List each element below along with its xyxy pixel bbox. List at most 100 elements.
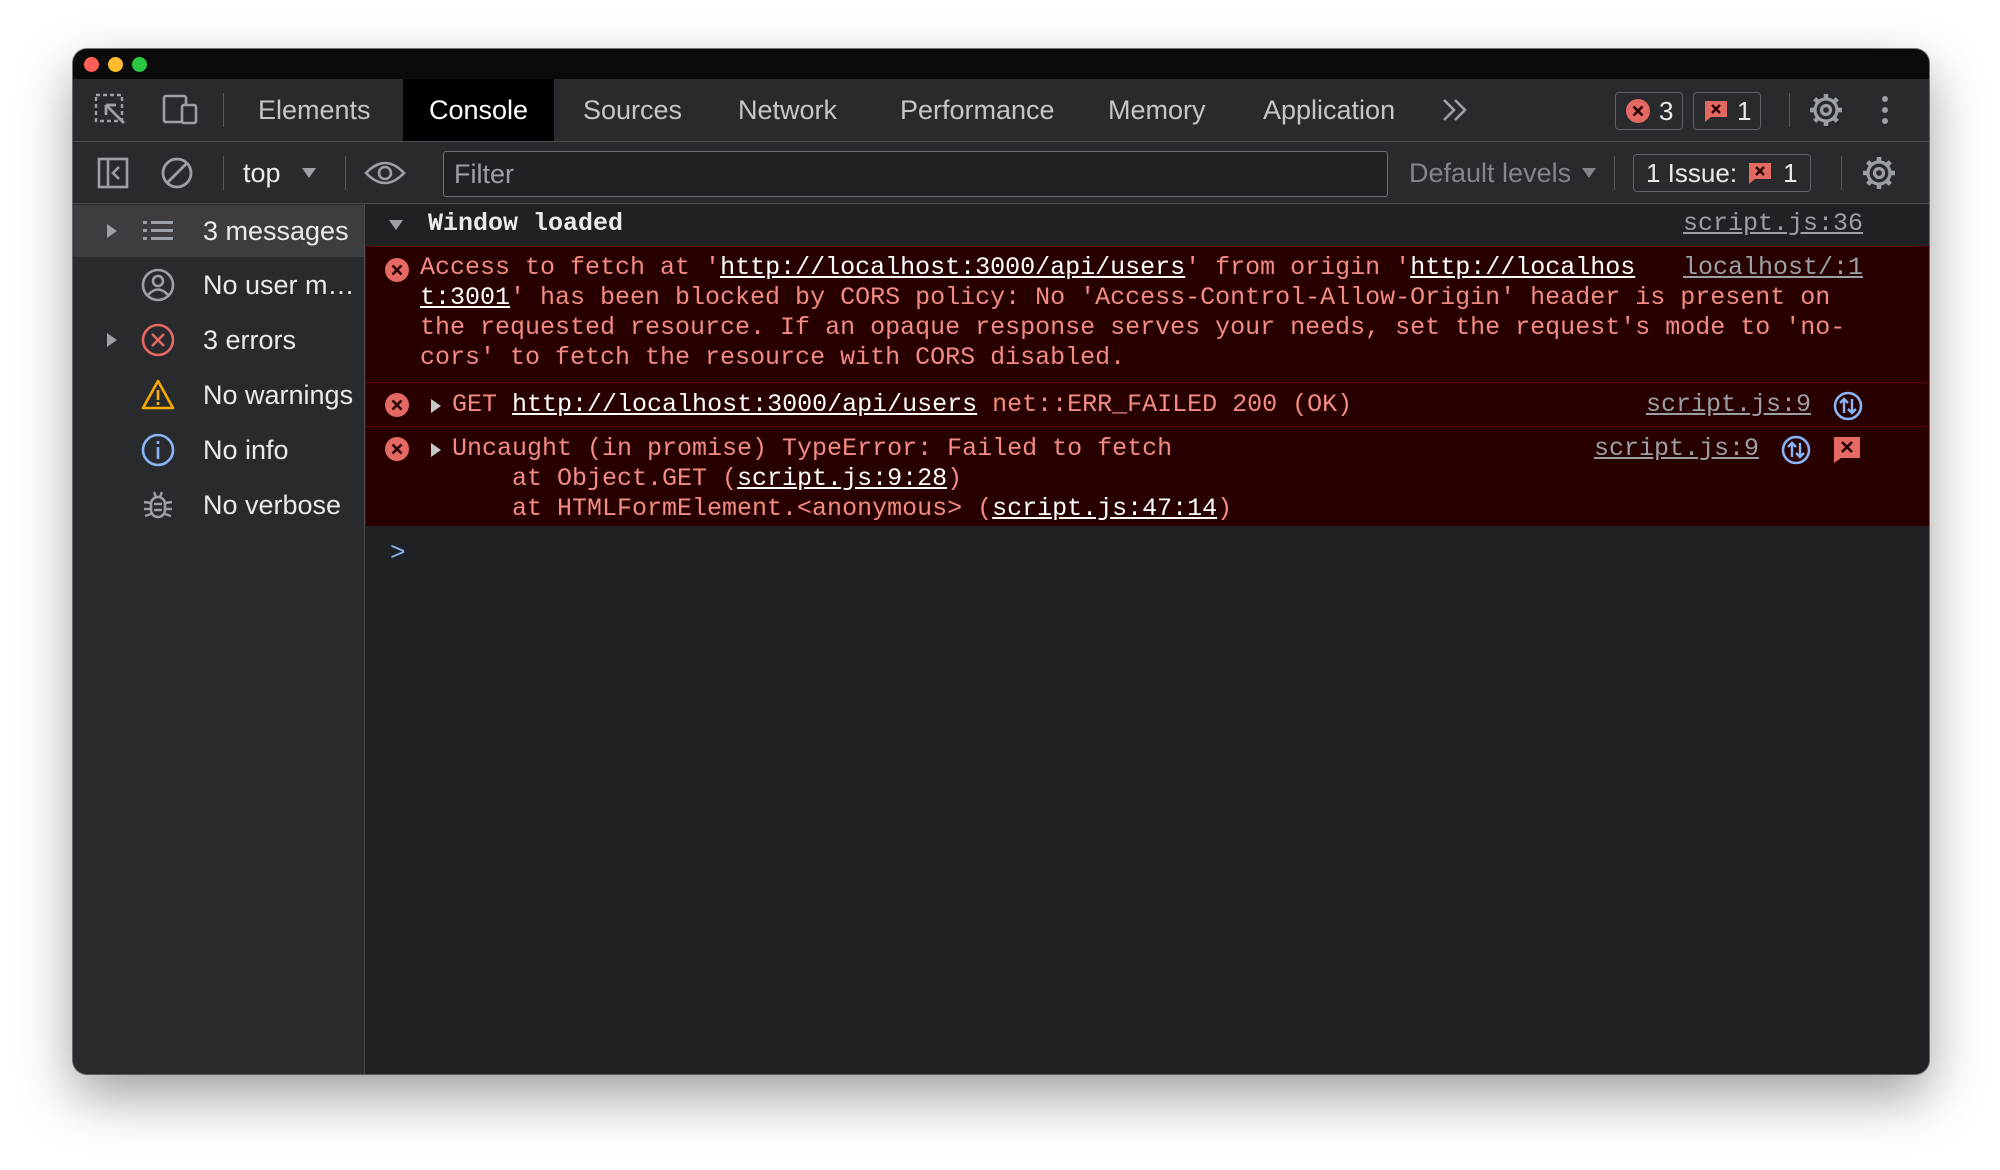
error-icon bbox=[1626, 99, 1650, 123]
filter-input[interactable] bbox=[454, 158, 1377, 190]
zoom-window-button[interactable] bbox=[132, 57, 147, 72]
sidebar-item-errors[interactable]: 3 errors bbox=[73, 314, 364, 366]
stack-frame-text: ) bbox=[947, 464, 963, 493]
tab-memory[interactable]: Memory bbox=[1082, 79, 1232, 141]
console-sidebar: 3 messages No user m… 3 errors No warnin bbox=[73, 204, 365, 1074]
tab-network[interactable]: Network bbox=[712, 79, 863, 141]
device-toolbar-icon[interactable] bbox=[161, 79, 201, 141]
stack-frame-2: at HTMLFormElement.<anonymous> (script.j… bbox=[452, 494, 1232, 524]
source-link[interactable]: localhost/:1 bbox=[1683, 253, 1863, 283]
sidebar-item-info[interactable]: No info bbox=[73, 424, 364, 476]
source-link[interactable]: script.js:9 bbox=[1594, 434, 1759, 464]
expand-arrow-icon[interactable] bbox=[106, 332, 118, 348]
sidebar-item-verbose[interactable]: No verbose bbox=[73, 479, 364, 531]
tab-elements[interactable]: Elements bbox=[232, 79, 397, 141]
tab-application[interactable]: Application bbox=[1237, 79, 1421, 141]
console-error-message: Access to fetch at 'http://localhost:300… bbox=[366, 246, 1929, 382]
bug-icon bbox=[143, 491, 173, 519]
source-link[interactable]: script.js:36 bbox=[1683, 209, 1863, 239]
console-output: Window loaded script.js:36 Access to fet… bbox=[366, 204, 1929, 1074]
stack-frame-link[interactable]: script.js:9:28 bbox=[737, 464, 947, 493]
context-label: top bbox=[243, 157, 281, 188]
issue-flag-icon bbox=[1749, 163, 1772, 184]
prompt-chevron-icon: > bbox=[390, 538, 406, 568]
clear-console-icon[interactable] bbox=[159, 142, 195, 204]
console-toolbar: top Default levels 1 Issue: bbox=[73, 142, 1929, 204]
expand-arrow-icon[interactable] bbox=[430, 442, 442, 458]
sidebar-item-label: 3 messages bbox=[203, 215, 349, 246]
sidebar-item-label: 3 errors bbox=[203, 324, 297, 355]
console-prompt[interactable]: > bbox=[366, 526, 1929, 582]
request-url-link[interactable]: http://localhost:3000/api/users bbox=[512, 390, 977, 419]
tab-performance[interactable]: Performance bbox=[874, 79, 1081, 141]
console-uncaught-error[interactable]: Uncaught (in promise) TypeError: Failed … bbox=[366, 426, 1929, 526]
context-selector[interactable]: top bbox=[243, 142, 317, 204]
live-expression-eye-icon[interactable] bbox=[363, 142, 407, 204]
more-tabs-chevron-icon[interactable] bbox=[1437, 79, 1473, 141]
console-network-error[interactable]: GET http://localhost:3000/api/users net:… bbox=[366, 382, 1929, 426]
minimize-window-button[interactable] bbox=[108, 57, 123, 72]
more-options-kebab-icon[interactable] bbox=[1875, 79, 1895, 141]
issues-count: 1 bbox=[1783, 157, 1798, 188]
settings-gear-icon[interactable] bbox=[1806, 79, 1846, 141]
sidebar-item-warnings[interactable]: No warnings bbox=[73, 369, 364, 421]
sidebar-item-label: No verbose bbox=[203, 489, 342, 520]
filter-input-box[interactable] bbox=[443, 151, 1388, 197]
error-text: ' has been blocked by CORS policy: No 'A… bbox=[510, 283, 1831, 312]
info-icon bbox=[141, 433, 175, 467]
error-text-line-2: t:3001' has been blocked by CORS policy:… bbox=[420, 283, 1830, 313]
devtools-window: Elements Console Sources Network Perform… bbox=[73, 49, 1929, 1074]
log-levels-label: Default levels bbox=[1409, 157, 1572, 188]
log-levels-dropdown[interactable]: Default levels bbox=[1409, 142, 1597, 204]
toolbar-divider bbox=[223, 93, 224, 127]
origin-url-link[interactable]: http://localhos bbox=[1410, 253, 1635, 282]
error-icon bbox=[385, 258, 409, 282]
sidebar-item-label: No warnings bbox=[203, 379, 354, 410]
toolbar-divider bbox=[345, 156, 346, 190]
title-bar bbox=[73, 49, 1929, 79]
collapse-arrow-icon[interactable] bbox=[388, 219, 404, 231]
console-group-header[interactable]: Window loaded script.js:36 bbox=[366, 204, 1929, 246]
network-request-icon[interactable] bbox=[1781, 435, 1811, 465]
error-counter-button[interactable]: 3 bbox=[1615, 92, 1684, 130]
sidebar-item-messages[interactable]: 3 messages bbox=[73, 205, 364, 257]
request-method: GET bbox=[452, 390, 498, 419]
expand-arrow-icon[interactable] bbox=[106, 223, 118, 239]
issues-button[interactable]: 1 Issue: 1 bbox=[1633, 154, 1811, 192]
issue-flag-icon[interactable] bbox=[1833, 436, 1861, 464]
show-sidebar-icon[interactable] bbox=[95, 142, 131, 204]
tab-console[interactable]: Console bbox=[403, 79, 555, 141]
group-title: Window loaded bbox=[428, 209, 624, 238]
expand-arrow-icon[interactable] bbox=[430, 398, 442, 414]
source-link[interactable]: script.js:9 bbox=[1646, 390, 1811, 420]
inspect-element-icon[interactable] bbox=[93, 79, 129, 141]
error-text-line-4: cors' to fetch the resource with CORS di… bbox=[420, 343, 1126, 372]
network-request-icon[interactable] bbox=[1833, 391, 1863, 421]
error-count: 3 bbox=[1659, 95, 1674, 126]
dropdown-arrow-icon bbox=[301, 168, 316, 178]
error-text: Access to fetch at ' bbox=[420, 253, 721, 282]
dropdown-arrow-icon bbox=[1582, 168, 1597, 178]
stack-frame-text: ) bbox=[1217, 494, 1233, 523]
issue-counter-button[interactable]: 1 bbox=[1693, 92, 1762, 130]
close-window-button[interactable] bbox=[84, 57, 99, 72]
sidebar-item-user-messages[interactable]: No user m… bbox=[73, 259, 364, 311]
issue-flag-icon bbox=[1705, 101, 1727, 122]
error-text-line-3: the requested resource. If an opaque res… bbox=[420, 313, 1846, 342]
tab-sources[interactable]: Sources bbox=[557, 79, 708, 141]
panel-tab-bar: Elements Console Sources Network Perform… bbox=[73, 79, 1929, 142]
error-text-line-1: Access to fetch at 'http://localhost:300… bbox=[420, 253, 1635, 283]
stack-frame-text: at Object.GET ( bbox=[452, 464, 738, 493]
network-error-text: GET http://localhost:3000/api/users net:… bbox=[452, 390, 1352, 420]
stack-frame-link[interactable]: script.js:47:14 bbox=[992, 494, 1217, 523]
error-text: ' from origin ' bbox=[1185, 253, 1411, 282]
console-settings-gear-icon[interactable] bbox=[1859, 142, 1899, 204]
toolbar-divider bbox=[1789, 93, 1790, 127]
stack-frame-text: at HTMLFormElement.<anonymous> ( bbox=[452, 494, 993, 523]
toolbar-divider bbox=[1841, 156, 1842, 190]
origin-url-link[interactable]: t:3001 bbox=[420, 283, 510, 312]
issues-label: 1 Issue: bbox=[1646, 157, 1738, 188]
uncaught-error-text: Uncaught (in promise) TypeError: Failed … bbox=[452, 434, 1173, 463]
user-icon bbox=[141, 268, 175, 302]
request-url-link[interactable]: http://localhost:3000/api/users bbox=[720, 253, 1185, 282]
